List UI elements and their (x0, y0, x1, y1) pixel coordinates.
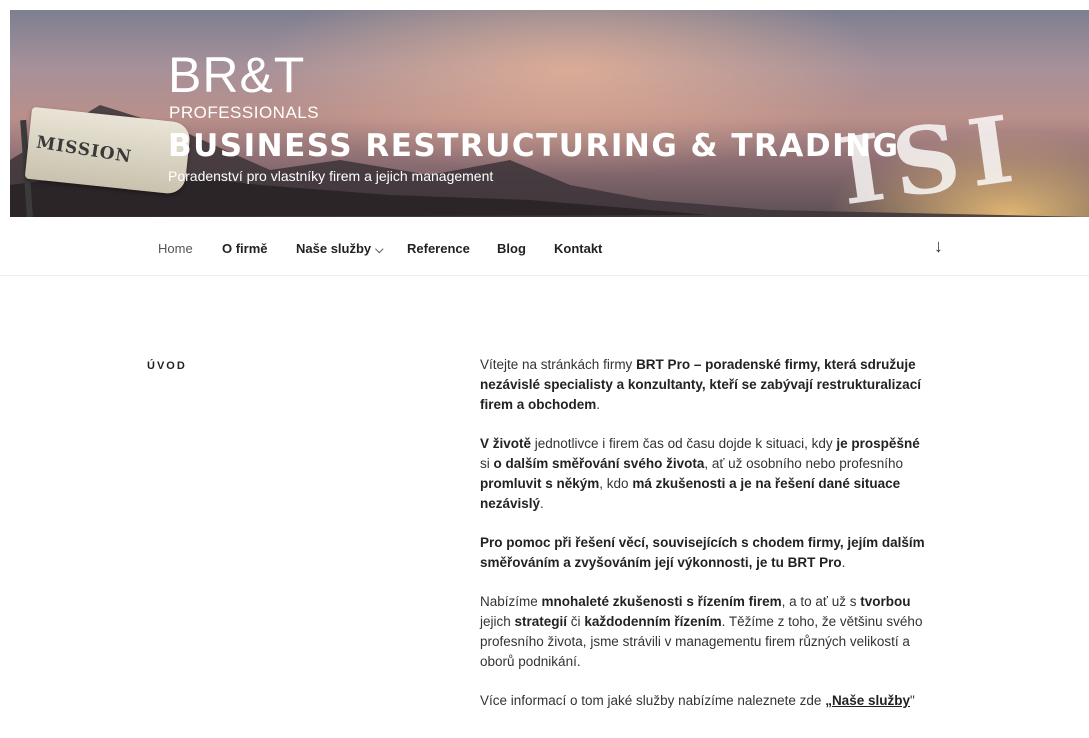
paragraph-life: V životě jednotlivce i firem čas od času… (480, 434, 925, 514)
logo-sub[interactable]: PROFESSIONALS (169, 103, 319, 123)
nav-item-reference[interactable]: Reference (407, 241, 470, 256)
text: Vítejte na stránkách firmy (480, 357, 637, 372)
main-navigation: Home O firmě Naše služby ⌵ Reference Blog… (0, 217, 1089, 276)
text-bold: Pro pomoc při řešení věcí, souvisejících… (480, 535, 925, 570)
text: . (841, 555, 846, 570)
nav-item-nase-sluzby[interactable]: Naše služby ⌵ (296, 241, 384, 257)
text: či (567, 614, 585, 629)
text: . (596, 397, 601, 412)
close-quote: " (909, 693, 915, 708)
text: Více informací o tom jaké služby nabízím… (480, 693, 826, 708)
text-bold: o dalším směřování svého života (493, 456, 705, 471)
text-bold: V životě (480, 436, 532, 451)
section-title: ÚVOD (147, 360, 187, 372)
nav-item-nase-sluzby-label: Naše služby (296, 241, 372, 256)
nav-item-o-firme[interactable]: O firmě (222, 241, 268, 256)
text: jednotlivce i firem čas od času dojde k … (531, 436, 837, 451)
nav-item-home[interactable]: Home (158, 241, 193, 256)
text-bold: mnohaleté zkušenosti s řízením firem (541, 594, 782, 609)
text-bold: promluvit s někým (480, 476, 600, 491)
services-link[interactable]: Naše služby (832, 693, 910, 708)
text-bold: je prospěšné (836, 436, 920, 451)
text: jejich (480, 614, 515, 629)
paragraph-offer: Nabízíme mnohaleté zkušenosti s řízením … (480, 592, 925, 672)
text-bold: každodenním řízením (584, 614, 722, 629)
paragraph-more-info: Více informací o tom jaké služby nabízím… (480, 691, 925, 711)
nav-item-blog[interactable]: Blog (497, 241, 526, 256)
text: Nabízíme (480, 594, 542, 609)
text: , kdo (599, 476, 633, 491)
text-bold: tvorbou (860, 594, 911, 609)
entry-content: Vítejte na stránkách firmy BRT Pro – por… (480, 355, 925, 730)
nav-item-kontakt[interactable]: Kontakt (554, 241, 602, 256)
text-bold: strategií (514, 614, 568, 629)
open-quote: „ (825, 693, 832, 708)
text: , a to ať už s (781, 594, 861, 609)
logo-main[interactable]: BR&T (168, 50, 305, 100)
header-banner: MISSION ISI BR&T PROFESSIONALS BUSINESS … (10, 10, 1089, 217)
arrow-down-icon[interactable]: ↓ (934, 236, 943, 257)
paragraph-intro: Vítejte na stránkách firmy BRT Pro – por… (480, 355, 925, 415)
site-title[interactable]: BUSINESS RESTRUCTURING & TRADING (168, 128, 900, 164)
text: , ať už osobního nebo profesního (704, 456, 904, 471)
paragraph-help: Pro pomoc při řešení věcí, souvisejících… (480, 533, 925, 573)
chevron-down-icon[interactable]: ⌵ (375, 244, 383, 256)
text: . (540, 496, 544, 511)
site-description: Poradenství pro vlastníky firem a jejich… (168, 168, 494, 184)
text: si (480, 456, 494, 471)
